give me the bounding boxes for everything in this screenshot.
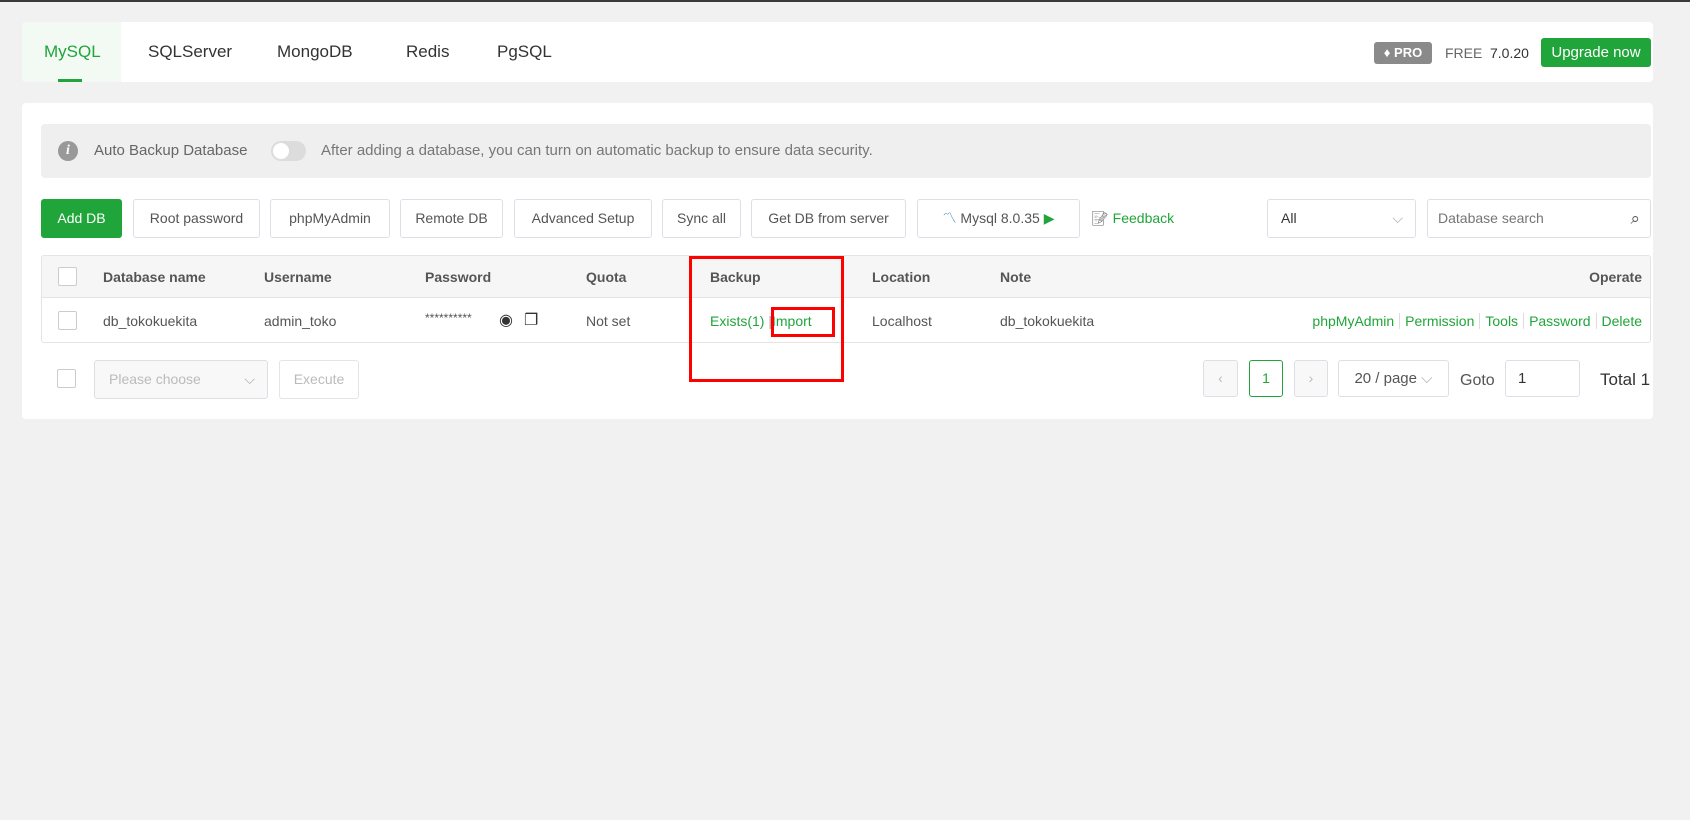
db-type-tabs: MySQL SQLServer MongoDB Redis PgSQL ♦ PR… [22,22,1653,82]
filter-select[interactable]: All ⌵ [1267,199,1416,238]
next-page-button[interactable]: › [1294,360,1328,397]
tab-active-indicator [58,79,82,82]
table-header: Database name Username Password Quota Ba… [42,256,1650,298]
header-note: Note [1000,269,1032,285]
advanced-setup-button[interactable]: Advanced Setup [514,199,652,238]
tab-mongodb[interactable]: MongoDB [277,22,353,82]
op-delete[interactable]: Delete [1595,313,1647,329]
op-password[interactable]: Password [1523,313,1596,329]
row-checkbox[interactable] [58,311,77,330]
database-search-input[interactable] [1438,208,1608,228]
show-password-icon[interactable]: ◉ [499,298,513,342]
header-username: Username [264,269,332,285]
page-1-button[interactable]: 1 [1249,360,1283,397]
table-row: db_tokokuekita admin_toko ********** ◉ ❐… [42,298,1650,342]
feedback-label: Feedback [1112,210,1175,226]
auto-backup-title: Auto Backup Database [94,142,248,159]
sync-all-button[interactable]: Sync all [662,199,741,238]
auto-backup-toggle[interactable] [271,141,306,161]
chevron-down-icon: ⌵ [1392,210,1403,226]
filter-value: All [1281,210,1297,226]
tab-sqlserver[interactable]: SQLServer [148,22,232,82]
phpmyadmin-button[interactable]: phpMyAdmin [270,199,390,238]
upgrade-button[interactable]: Upgrade now [1541,38,1651,67]
prev-page-button[interactable]: ‹ [1203,360,1238,397]
header-location: Location [872,269,931,285]
mysql-version-label: Mysql 8.0.35 [960,210,1040,226]
header-password: Password [425,269,492,285]
play-icon: ▶ [1043,210,1055,226]
root-password-button[interactable]: Root password [133,199,260,238]
header-database-name[interactable]: Database name [103,256,206,298]
tab-mysql[interactable]: MySQL [44,22,101,82]
operate-links: phpMyAdmin Permission Tools Password Delete [1307,298,1647,342]
db-name: db_tokokuekita [103,313,198,329]
add-db-button[interactable]: Add DB [41,199,122,238]
tab-redis[interactable]: Redis [406,22,449,82]
select-all-checkbox[interactable] [58,267,77,286]
mysql-dolphin-icon: 〽 [942,210,957,226]
auto-backup-alert: i Auto Backup Database After adding a da… [41,124,1651,178]
pro-badge[interactable]: ♦ PRO [1374,42,1432,64]
per-page-value: 20 / page [1354,370,1417,387]
chevron-down-icon: ⌵ [244,371,255,387]
remote-db-button[interactable]: Remote DB [400,199,503,238]
db-note[interactable]: db_tokokuekita [1000,298,1094,342]
op-tools[interactable]: Tools [1479,313,1524,329]
db-username: admin_toko [264,313,337,329]
diamond-icon: ♦ [1383,45,1391,60]
goto-label: Goto [1460,372,1495,389]
mysql-version-button[interactable]: 〽 Mysql 8.0.35 ▶ [917,199,1080,238]
tab-pgsql[interactable]: PgSQL [497,22,552,82]
get-db-from-server-button[interactable]: Get DB from server [751,199,906,238]
chevron-down-icon: ⌵ [1421,370,1433,387]
feedback-link[interactable]: 📝︎ Feedback [1091,199,1174,238]
copy-password-icon[interactable]: ❐ [524,298,538,342]
execute-button[interactable]: Execute [279,360,359,399]
goto-input[interactable]: 1 [1505,360,1580,397]
footer-select-all-checkbox[interactable] [57,369,76,388]
feedback-icon: 📝︎ [1091,210,1109,226]
per-page-select[interactable]: 20 / page ⌵ [1338,360,1449,397]
op-phpmyadmin[interactable]: phpMyAdmin [1307,313,1399,329]
header-operate: Operate [1589,269,1642,285]
total-count: Total 1 [1600,370,1651,389]
edition-label: FREE [1445,45,1483,61]
op-permission[interactable]: Permission [1399,313,1480,329]
search-icon[interactable]: ⌕ [1630,200,1640,237]
header-quota: Quota [586,269,627,285]
auto-backup-message: After adding a database, you can turn on… [321,142,873,159]
info-icon: i [58,141,78,161]
highlight-box-import [771,307,835,337]
db-location: Localhost [872,313,932,329]
database-search[interactable]: ⌕ [1427,199,1651,238]
database-table: Database name Username Password Quota Ba… [41,255,1651,343]
batch-placeholder: Please choose [109,371,201,387]
batch-action-select[interactable]: Please choose ⌵ [94,360,268,399]
pro-label: PRO [1394,45,1423,60]
quota-link[interactable]: Not set [586,298,630,342]
db-password: ********** [425,311,472,325]
version-label: 7.0.20 [1490,45,1529,61]
